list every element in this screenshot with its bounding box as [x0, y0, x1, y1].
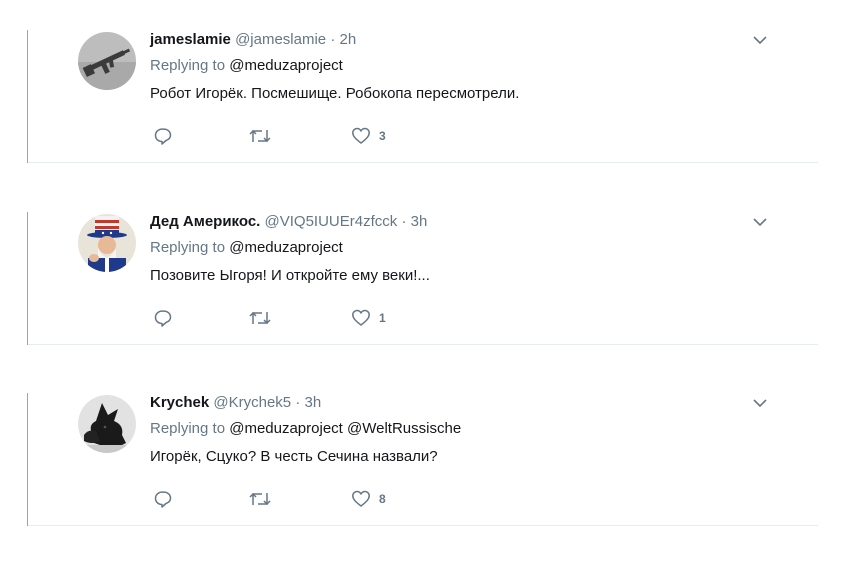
- replying-to-label: Replying to: [150, 239, 226, 256]
- chevron-down-icon[interactable]: [752, 397, 768, 409]
- replying-to: Replying to @meduzaproject: [150, 238, 343, 258]
- tweet[interactable]: Дед Америкос. @VIQ5IUUEr4zfcck · 3h Repl…: [27, 212, 818, 345]
- replying-to-label: Replying to: [150, 420, 226, 437]
- user-name[interactable]: jameslamie: [150, 31, 231, 48]
- divider: [28, 162, 818, 163]
- like-button[interactable]: 1: [351, 308, 386, 328]
- mention-link[interactable]: @meduzaproject: [229, 57, 343, 74]
- avatar[interactable]: [78, 214, 136, 272]
- divider: [28, 344, 818, 345]
- replying-to-label: Replying to: [150, 57, 226, 74]
- divider: [28, 525, 818, 526]
- retweet-icon: [249, 492, 271, 506]
- reply-icon: [154, 310, 172, 327]
- retweet-button[interactable]: [248, 489, 272, 509]
- avatar[interactable]: [78, 32, 136, 90]
- like-count: 1: [379, 311, 386, 325]
- reply-icon: [154, 491, 172, 508]
- timestamp[interactable]: 3h: [411, 213, 428, 230]
- heart-icon: [352, 127, 370, 144]
- tweet-text: Игорёк, Сцуко? В честь Сечина назвали?: [150, 448, 438, 465]
- replying-to: Replying to @meduzaproject @WeltRussisch…: [150, 419, 461, 439]
- mention-link[interactable]: @WeltRussische: [347, 420, 461, 437]
- reply-button[interactable]: [153, 126, 173, 146]
- separator: ·: [401, 213, 407, 230]
- heart-icon: [352, 309, 370, 326]
- retweet-button[interactable]: [248, 126, 272, 146]
- uncle-sam-avatar-icon: [78, 214, 136, 272]
- replying-to: Replying to @meduzaproject: [150, 56, 343, 76]
- like-count: 8: [379, 492, 386, 506]
- user-name[interactable]: Krychek: [150, 394, 209, 411]
- separator: ·: [330, 31, 336, 48]
- timestamp[interactable]: 3h: [304, 394, 321, 411]
- tweet[interactable]: jameslamie @jameslamie · 2h Replying to …: [27, 30, 818, 163]
- mention-link[interactable]: @meduzaproject: [229, 239, 343, 256]
- user-handle[interactable]: @VIQ5IUUEr4zfcck: [265, 213, 398, 230]
- tweet-text: Робот Игорёк. Посмешище. Робокопа пересм…: [150, 85, 520, 102]
- retweet-button[interactable]: [248, 308, 272, 328]
- chevron-down-icon[interactable]: [752, 216, 768, 228]
- avatar[interactable]: [78, 395, 136, 453]
- tweet-header: Krychek @Krychek5 · 3h: [150, 393, 321, 413]
- reply-icon: [154, 128, 172, 145]
- timestamp[interactable]: 2h: [340, 31, 357, 48]
- retweet-icon: [249, 129, 271, 143]
- black-dog-avatar-icon: [78, 395, 136, 453]
- chevron-down-icon[interactable]: [752, 34, 768, 46]
- user-handle[interactable]: @jameslamie: [235, 31, 326, 48]
- rifle-avatar-icon: [78, 32, 136, 90]
- like-button[interactable]: 8: [351, 489, 386, 509]
- tweet-header: Дед Америкос. @VIQ5IUUEr4zfcck · 3h: [150, 212, 427, 232]
- reply-button[interactable]: [153, 489, 173, 509]
- user-name[interactable]: Дед Америкос.: [150, 213, 260, 230]
- like-button[interactable]: 3: [351, 126, 386, 146]
- user-handle[interactable]: @Krychek5: [213, 394, 291, 411]
- heart-icon: [352, 490, 370, 507]
- tweet-header: jameslamie @jameslamie · 2h: [150, 30, 356, 50]
- tweet[interactable]: Krychek @Krychek5 · 3h Replying to @medu…: [27, 393, 818, 526]
- like-count: 3: [379, 129, 386, 143]
- tweet-text: Позовите Ыгоря! И откройте ему веки!...: [150, 267, 430, 284]
- separator: ·: [295, 394, 301, 411]
- retweet-icon: [249, 311, 271, 325]
- reply-button[interactable]: [153, 308, 173, 328]
- mention-link[interactable]: @meduzaproject: [229, 420, 343, 437]
